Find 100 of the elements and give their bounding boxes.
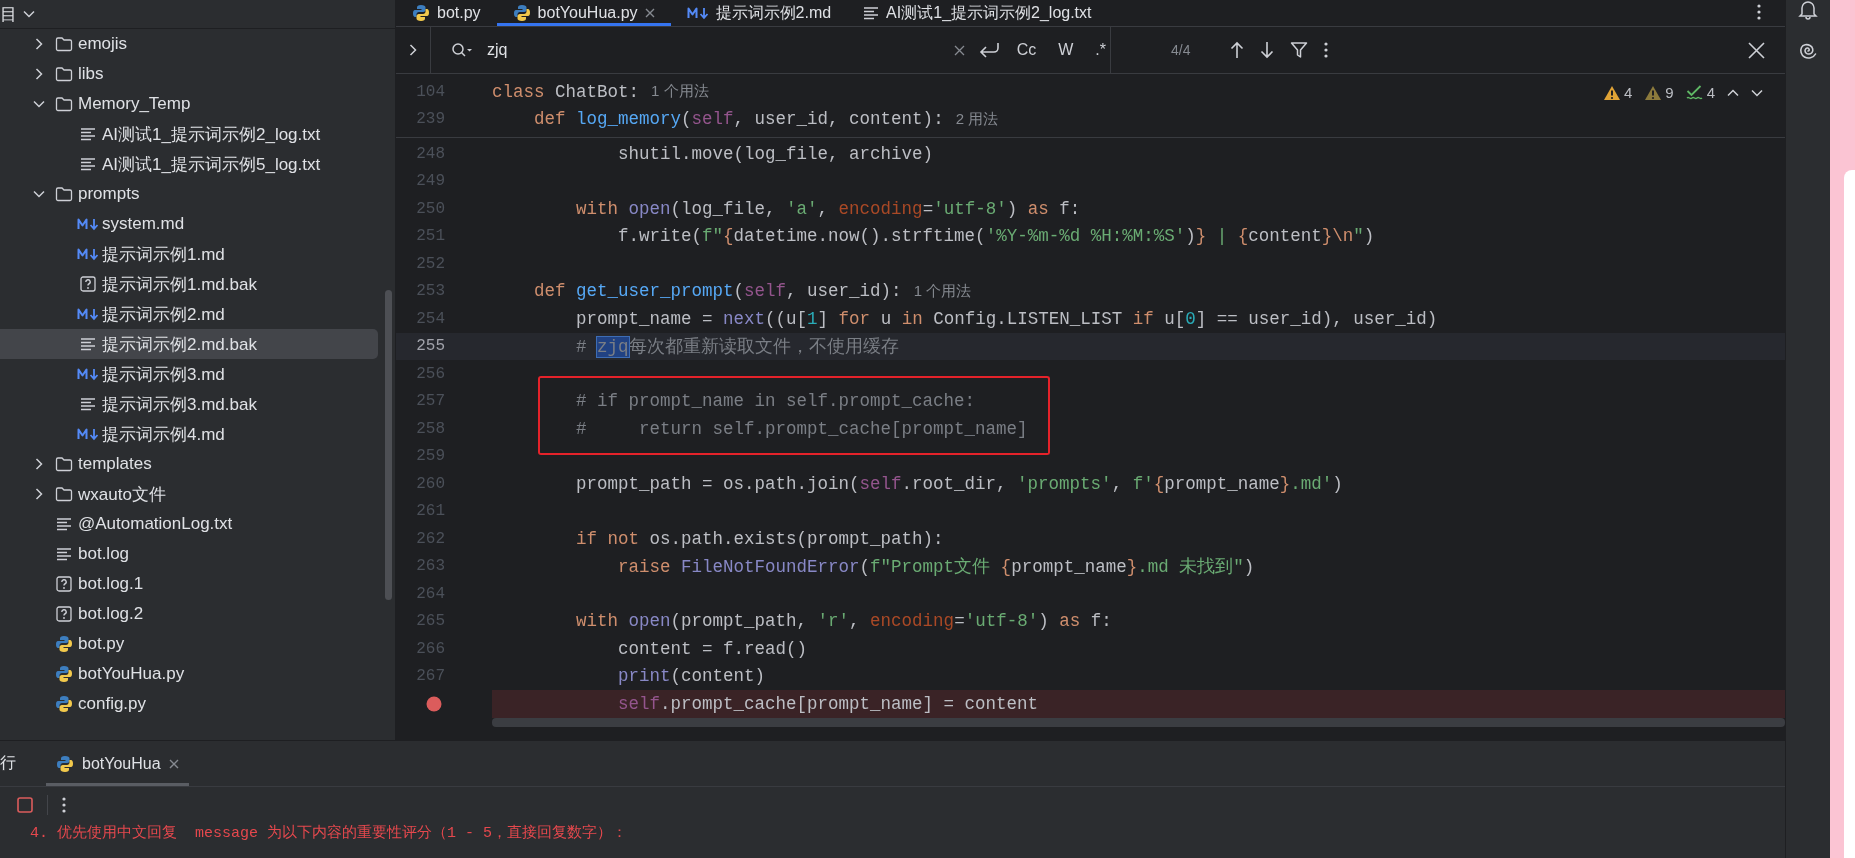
chevron-right-icon[interactable] [35,38,43,50]
tree-item[interactable]: 提示词示例4.md [0,419,378,449]
python-icon [56,754,74,773]
chevron-right-icon[interactable] [35,458,43,470]
text-file-icon [80,397,96,411]
tree-item[interactable]: config.py [0,689,378,719]
more-icon[interactable] [1757,4,1761,20]
editor-tab[interactable]: botYouHua.py [496,0,671,26]
markdown-icon [77,247,99,261]
editor-tab[interactable]: AI测试1_提示词示例2_log.txt [847,0,1108,26]
bell-icon[interactable] [1798,0,1818,20]
tree-item[interactable]: 提示词示例1.md.bak [0,269,378,299]
code-line: # return self.prompt_cache[prompt_name] [576,418,1028,439]
inspection-count[interactable]: 4 [1706,84,1715,101]
console-line: 4. 优先使用中文回复 message 为以下内容的重要性评分（1 - 5，直接回复数字）： [30,823,629,844]
code-line: # zjq每次都重新读取文件，不使用缓存 [576,336,899,359]
tree-item[interactable]: Memory_Temp [0,89,378,119]
code-line: with open(log_file, 'a', encoding='utf-8') as f: [576,198,1081,219]
scrollbar[interactable] [492,718,1785,727]
stop-icon[interactable] [17,797,33,813]
tree-item[interactable]: 提示词示例2.md.bak [0,329,378,359]
editor-tab[interactable]: bot.py [396,0,497,26]
search-icon[interactable] [451,42,473,58]
warning-icon[interactable] [1602,84,1621,101]
tree-item[interactable]: botYouHua.py [0,659,378,689]
text-file-icon [863,6,880,20]
search-option-toggle[interactable]: Cc [1012,39,1041,61]
tree-item[interactable]: 提示词示例3.md [0,359,378,389]
folder-icon [55,186,73,202]
search-field[interactable]: zjq [487,41,940,59]
close-icon[interactable] [1748,41,1765,59]
markdown-icon [77,217,99,231]
match-count: 4/4 [1171,42,1191,58]
usage-hint[interactable]: 2 用法 [955,109,999,129]
tree-item[interactable]: 提示词示例2.md [0,299,378,329]
usage-hint[interactable]: 1 个用法 [913,281,972,301]
tree-item[interactable]: emojis [0,29,378,59]
tree-item[interactable]: AI测试1_提示词示例5_log.txt [0,149,378,179]
arrow-up-icon[interactable] [1230,41,1245,59]
tree-item[interactable]: system.md [0,209,378,239]
tree-item[interactable]: libs [0,59,378,89]
editor-tab[interactable]: 提示词示例2.md [670,0,848,26]
inspection-count[interactable]: 9 [1665,84,1674,101]
tree-item[interactable]: bot.log [0,539,378,569]
code-line: if not os.path.exists(prompt_path): [576,528,944,549]
search-option-toggle[interactable]: .* [1091,39,1110,61]
tree-item[interactable]: prompts [0,179,378,209]
chevron-down-icon[interactable] [23,10,35,18]
chevron-down-icon[interactable] [33,190,45,198]
tree-item[interactable]: AI测试1_提示词示例2_log.txt [0,119,378,149]
chevron-down-icon[interactable] [33,100,45,108]
clear-icon[interactable] [953,44,965,56]
tree-item[interactable]: bot.py [0,629,378,659]
line-number: 255 [415,337,445,356]
panel-title: 目 [0,3,17,26]
tree-item[interactable]: wxauto文件 [0,479,378,509]
run-tab[interactable]: botYouHua [46,741,189,786]
scrollbar[interactable] [385,290,392,600]
code-line: content = f.read() [618,638,808,659]
chevron-right-icon[interactable] [35,68,43,80]
chevron-up-icon[interactable] [1727,88,1739,97]
wrap-arrow-icon[interactable] [978,41,999,59]
tree-item[interactable]: 提示词示例3.md.bak [0,389,378,419]
text-file-icon [80,157,96,171]
check-icon[interactable] [1685,84,1704,101]
tree-item[interactable]: bot.log.2 [0,599,378,629]
code-line: prompt_name = next((u[1] for u in Config.LISTEN_LIST if u[0] == user_id), user_id) [576,308,1438,329]
unknown-file-icon [56,606,72,622]
code-line: with open(prompt_path, 'r', encoding='utf-8') as f: [576,611,1112,632]
unknown-file-icon [56,576,72,592]
folder-icon [55,96,73,112]
unknown-file-icon [80,276,96,292]
code-line: self.prompt_cache[prompt_name] = content [618,693,1039,714]
tree-item[interactable]: @AutomationLog.txt [0,509,378,539]
tree-item[interactable]: templates [0,449,378,479]
code-line: class ChatBot: [492,81,640,102]
folder-icon [55,456,73,472]
code-line: raise FileNotFoundError(f"Prompt文件 {prompt_name}.md 未找到") [618,556,1255,579]
code-line: shutil.move(log_file, archive) [618,143,934,164]
warning-icon[interactable] [1644,84,1663,101]
text-file-icon [80,337,96,351]
text-file-icon [80,127,96,141]
chevron-right-icon[interactable] [35,488,43,500]
panel-title: 行 [0,753,16,773]
chevron-down-icon[interactable] [1751,88,1763,97]
tree-item[interactable]: bot.log.1 [0,569,378,599]
tree-item[interactable]: 提示词示例1.md [0,239,378,269]
search-option-toggle[interactable]: W [1054,39,1078,61]
usage-hint[interactable]: 1 个用法 [651,82,709,102]
arrow-down-icon[interactable] [1260,41,1275,59]
markdown-icon [77,367,99,381]
filter-icon[interactable] [1290,41,1309,59]
more-icon[interactable] [1324,42,1329,58]
text-file-icon [56,547,72,561]
text-file-icon [56,517,72,531]
close-icon[interactable] [644,8,655,18]
chevron-right-icon[interactable] [409,44,417,56]
breakpoint-icon[interactable] [426,695,442,712]
inspection-count[interactable]: 4 [1623,84,1633,101]
more-icon[interactable] [62,797,66,813]
